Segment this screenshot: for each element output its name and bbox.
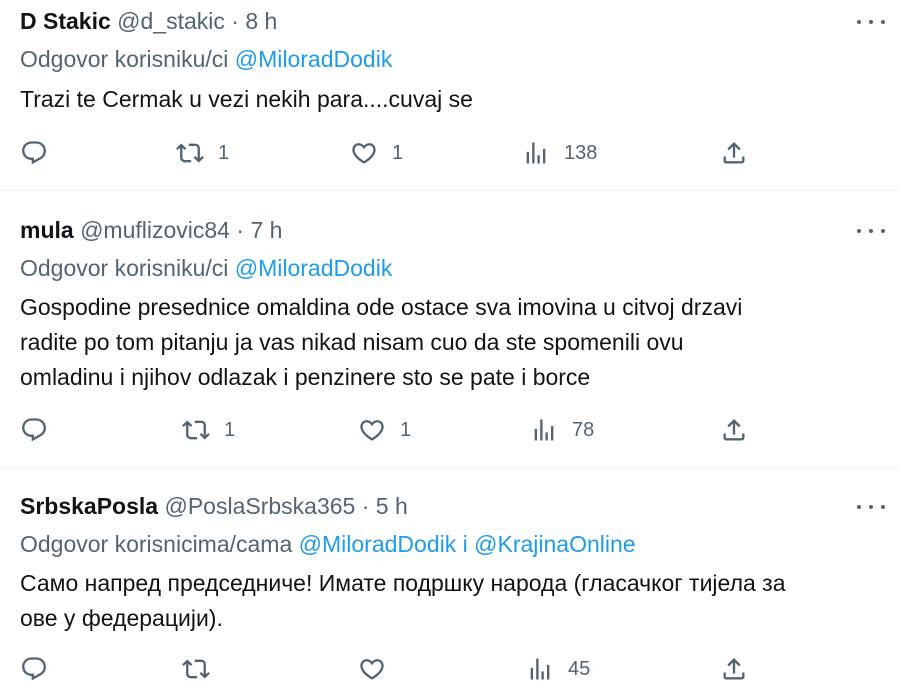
like-count: 1 bbox=[392, 141, 404, 164]
reply-context: Odgovor korisniku/ci @MiloradDodik bbox=[20, 253, 392, 283]
retweet-icon bbox=[182, 420, 210, 440]
retweet-count: 1 bbox=[224, 418, 236, 441]
mention-link[interactable]: @MiloradDodik bbox=[299, 531, 457, 557]
display-name[interactable]: mula bbox=[20, 217, 74, 243]
views-icon bbox=[530, 658, 550, 680]
view-count: 78 bbox=[572, 418, 595, 441]
more-options-icon[interactable] bbox=[856, 497, 886, 517]
retweet-icon bbox=[176, 143, 204, 163]
like-count: 1 bbox=[400, 418, 412, 441]
like-button[interactable]: 1 bbox=[358, 415, 411, 445]
tweet-text-line: ове у федерацији). bbox=[20, 605, 223, 631]
reply-icon bbox=[22, 418, 46, 442]
reply-button[interactable] bbox=[20, 654, 62, 684]
tweet-header: mula @muflizovic84 · 7 h bbox=[20, 215, 282, 245]
reply-context: Odgovor korisniku/ci @MiloradDodik bbox=[20, 44, 392, 74]
tweet-text: Trazi te Cermak u vezi nekih para....cuv… bbox=[20, 82, 880, 117]
user-handle[interactable]: @PoslaSrbska365 bbox=[164, 493, 355, 519]
view-count: 138 bbox=[564, 141, 598, 164]
user-handle[interactable]: @d_stakic bbox=[117, 8, 225, 34]
reply-button[interactable] bbox=[20, 138, 62, 168]
user-handle[interactable]: @muflizovic84 bbox=[80, 217, 230, 243]
views-icon bbox=[534, 419, 554, 441]
more-options-icon[interactable] bbox=[856, 221, 886, 241]
views-button[interactable]: 138 bbox=[522, 138, 597, 168]
like-button[interactable] bbox=[358, 654, 400, 684]
like-icon bbox=[360, 659, 384, 680]
reply-prefix: Odgovor korisniku/ci bbox=[20, 46, 229, 72]
tweet-text-line: Trazi te Cermak u vezi nekih para....cuv… bbox=[20, 86, 473, 112]
retweet-icon bbox=[182, 659, 210, 679]
tweet[interactable]: D Stakic @d_stakic · 8 h Odgovor korisni… bbox=[0, 0, 900, 190]
tweet-text-line: omladinu i njihov odlazak i penzinere st… bbox=[20, 364, 591, 390]
timestamp[interactable]: 8 h bbox=[245, 8, 277, 34]
reply-context: Odgovor korisnicima/cama @MiloradDodik i… bbox=[20, 529, 636, 559]
view-count: 45 bbox=[568, 657, 591, 680]
retweet-button[interactable] bbox=[182, 654, 224, 684]
tweet-text-line: radite po tom pitanju ja vas nikad nisam… bbox=[20, 329, 684, 355]
mention-link[interactable]: @MiloradDodik bbox=[235, 46, 393, 72]
like-icon bbox=[352, 143, 376, 164]
share-button[interactable] bbox=[720, 415, 748, 445]
reply-prefix: Odgovor korisnicima/cama bbox=[20, 531, 293, 557]
mention-joiner: i bbox=[462, 531, 468, 557]
views-button[interactable]: 78 bbox=[530, 415, 594, 445]
action-bar: 1 1 138 bbox=[20, 138, 880, 168]
separator-dot: · bbox=[236, 217, 245, 243]
reply-icon bbox=[22, 141, 46, 165]
separator-dot: · bbox=[361, 493, 370, 519]
tweet-text-line: Само напред председниче! Имате подршку н… bbox=[20, 570, 786, 596]
reply-button[interactable] bbox=[20, 415, 62, 445]
views-icon bbox=[526, 142, 546, 164]
share-button[interactable] bbox=[720, 654, 748, 684]
mention-link[interactable]: @MiloradDodik bbox=[235, 255, 393, 281]
more-options-icon[interactable] bbox=[856, 12, 886, 32]
tweet-text-line: Gospodine presednice omaldina ode ostace… bbox=[20, 294, 743, 320]
separator-dot: · bbox=[231, 8, 239, 34]
share-icon bbox=[723, 419, 745, 441]
tweet[interactable]: SrbskaPosla @PoslaSrbska365 · 5 h Odgovo… bbox=[0, 468, 900, 681]
reply-icon bbox=[22, 657, 46, 681]
retweet-button[interactable]: 1 bbox=[182, 415, 235, 445]
display-name[interactable]: D Stakic bbox=[20, 8, 111, 34]
tweet-header: SrbskaPosla @PoslaSrbska365 · 5 h bbox=[20, 491, 408, 521]
action-bar: 1 1 78 bbox=[20, 415, 880, 445]
action-bar: 45 bbox=[20, 654, 880, 684]
timestamp[interactable]: 7 h bbox=[250, 217, 282, 243]
tweet-text: Само напред председниче! Имате подршку н… bbox=[20, 566, 880, 636]
tweet-header: D Stakic @d_stakic · 8 h bbox=[20, 6, 277, 36]
reply-prefix: Odgovor korisniku/ci bbox=[20, 255, 229, 281]
retweet-count: 1 bbox=[218, 141, 230, 164]
timestamp[interactable]: 5 h bbox=[376, 493, 408, 519]
share-icon bbox=[723, 142, 745, 164]
tweet[interactable]: mula @muflizovic84 · 7 h Odgovor korisni… bbox=[0, 191, 900, 467]
mention-link[interactable]: @KrajinaOnline bbox=[474, 531, 635, 557]
retweet-button[interactable]: 1 bbox=[176, 138, 229, 168]
share-button[interactable] bbox=[720, 138, 748, 168]
like-icon bbox=[360, 420, 384, 441]
share-icon bbox=[723, 658, 745, 680]
display-name[interactable]: SrbskaPosla bbox=[20, 493, 158, 519]
like-button[interactable]: 1 bbox=[350, 138, 403, 168]
views-button[interactable]: 45 bbox=[526, 654, 590, 684]
tweet-text: Gospodine presednice omaldina ode ostace… bbox=[20, 290, 880, 395]
